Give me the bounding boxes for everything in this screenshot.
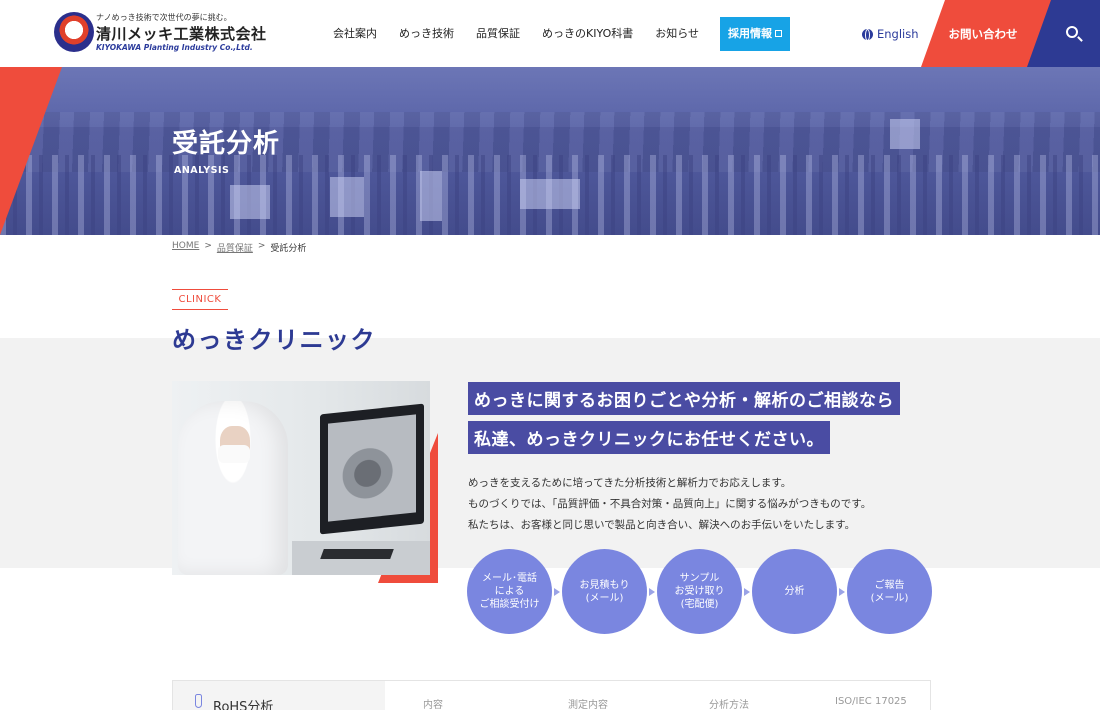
clinic-headline-2: 私達、めっきクリニックにお任せください。 — [468, 421, 830, 454]
thermometer-icon — [195, 694, 202, 708]
table-section-label: RoHS分析 — [213, 700, 274, 710]
clinic-description-line: ものづくりでは、「品質評価・不具合対策・品質向上」に関する悩みがつきものです。 — [468, 498, 872, 510]
nav-item-kiyo-textbook[interactable]: めっきのKIYO科書 — [531, 17, 644, 51]
clinic-headline-1: めっきに関するお困りごとや分析・解析のご相談なら — [468, 382, 900, 415]
site-header: ナノめっき技術で次世代の夢に挑む。 清川メッキ工業株式会社 KIYOKAWA P… — [0, 0, 1100, 67]
hero-building — [890, 119, 920, 149]
globe-icon — [862, 28, 873, 41]
hero-building — [420, 171, 442, 221]
table-column-header: 内容 — [423, 700, 443, 710]
language-switch[interactable]: English — [862, 27, 919, 41]
breadcrumb-quality[interactable]: 品質保証 — [217, 241, 253, 254]
flow-arrow-icon — [647, 587, 657, 597]
clinic-description-line: めっきを支えるために培ってきた分析技術と解析力でお応えします。 — [468, 477, 792, 489]
monitor-screen — [328, 414, 416, 522]
flow-step-inquiry: メール･電話 による ご相談受付け — [467, 549, 552, 634]
breadcrumb-separator: > — [257, 241, 266, 251]
recruit-label: 採用情報 — [728, 27, 773, 40]
flow-step-sample: サンプル お受け取り (宅配便) — [657, 549, 742, 634]
service-flow: メール･電話 による ご相談受付け お見積もり (メール) サンプル お受け取り… — [467, 549, 932, 634]
hero-building — [330, 177, 364, 217]
page-subtitle: ANALYSIS — [174, 165, 230, 176]
logo-company-name-en: KIYOKAWA Planting Industry Co.,Ltd. — [96, 43, 253, 52]
breadcrumb-separator: > — [204, 241, 212, 251]
flow-step-report: ご報告 (メール) — [847, 549, 932, 634]
nav-item-quality[interactable]: 品質保証 — [465, 17, 531, 51]
table-column-header: 測定内容 — [568, 700, 608, 710]
hero-banner: 受託分析 ANALYSIS — [0, 67, 1100, 235]
logo-emblem-icon — [54, 12, 94, 52]
search-icon — [1066, 26, 1078, 38]
analysis-table: RoHS分析 内容 測定内容 分析方法 ISO/IEC 17025 — [172, 680, 931, 710]
contact-label: お問い合わせ — [948, 26, 1018, 41]
nav-item-recruit[interactable]: 採用情報 — [720, 17, 791, 51]
breadcrumb-current: 受託分析 — [270, 244, 307, 254]
nav-item-company[interactable]: 会社案内 — [322, 17, 388, 51]
flow-arrow-icon — [742, 587, 752, 597]
logo-company-name: 清川メッキ工業株式会社 — [96, 25, 267, 43]
company-logo[interactable]: ナノめっき技術で次世代の夢に挑む。 清川メッキ工業株式会社 KIYOKAWA P… — [54, 12, 267, 54]
flow-arrow-icon — [837, 587, 847, 597]
hero-building — [230, 185, 270, 219]
clinic-description: めっきを支えるために培ってきた分析技術と解析力でお応えします。 ものづくりでは、… — [468, 473, 871, 536]
lab-technician-image — [172, 381, 430, 575]
section-title: めっきクリニック — [172, 325, 376, 354]
monitor-image — [320, 403, 424, 535]
table-section-header: RoHS分析 — [173, 681, 385, 710]
clinic-description-line: 私たちは、お客様と同じ思いで製品と向き合い、解決へのお手伝いをいたします。 — [468, 519, 856, 531]
flow-step-estimate: お見積もり (メール) — [562, 549, 647, 634]
table-column-header: ISO/IEC 17025 — [835, 696, 907, 707]
breadcrumb-home[interactable]: HOME — [172, 241, 199, 254]
logo-tagline: ナノめっき技術で次世代の夢に挑む。 — [96, 13, 232, 22]
nav-item-plating-tech[interactable]: めっき技術 — [388, 17, 465, 51]
external-link-icon — [775, 29, 783, 37]
global-nav: 会社案内 めっき技術 品質保証 めっきのKIYO科書 お知らせ 採用情報 — [322, 17, 791, 51]
clinic-photo — [172, 381, 438, 583]
technician-mask — [218, 445, 250, 463]
breadcrumb: HOME > 品質保証 > 受託分析 — [172, 241, 306, 254]
nav-item-news[interactable]: お知らせ — [644, 17, 710, 51]
table-column-header: 分析方法 — [709, 700, 749, 710]
section-eyebrow: CLINICK — [172, 289, 228, 310]
page-title: 受託分析 — [172, 129, 281, 159]
hero-building — [520, 179, 580, 209]
flow-arrow-icon — [552, 587, 562, 597]
flow-step-analysis: 分析 — [752, 549, 837, 634]
keyboard-image — [320, 549, 394, 559]
language-label: English — [877, 27, 919, 41]
